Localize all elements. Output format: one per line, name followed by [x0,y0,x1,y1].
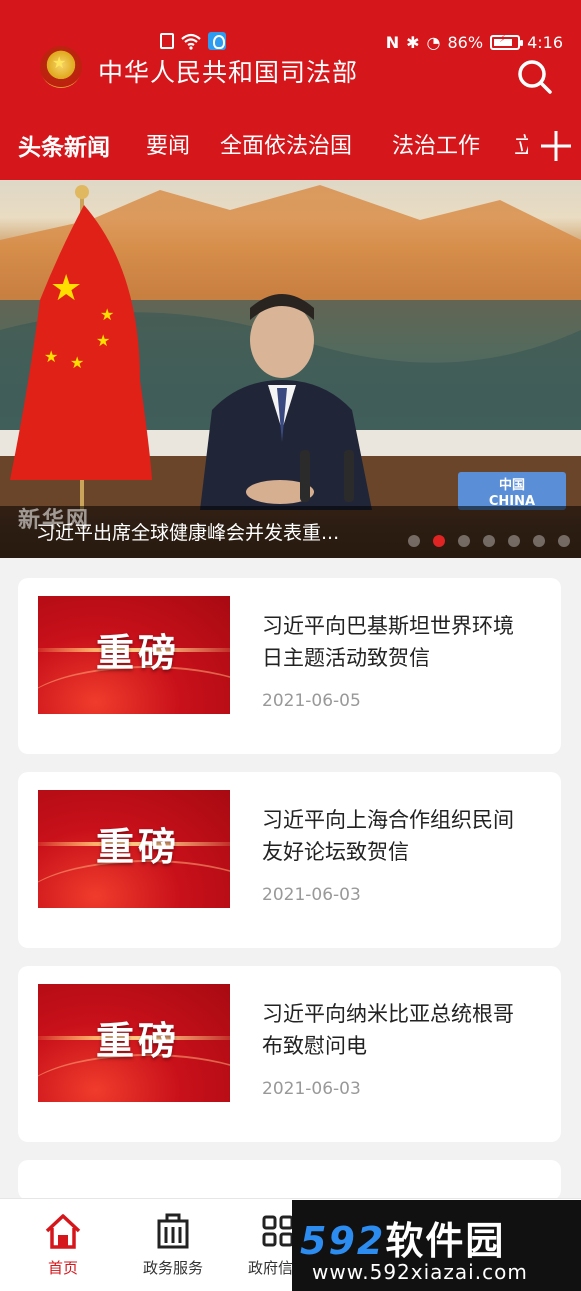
news-date: 2021-06-03 [262,1079,361,1099]
tab-legal-work[interactable]: 法治工作 [392,128,480,160]
svg-text:★: ★ [100,305,114,324]
tab-rule-of-law[interactable]: 全面依法治国 [220,128,352,160]
tab-partial[interactable]: 立 [514,128,528,160]
news-date: 2021-06-05 [262,691,361,711]
news-title[interactable]: 习近平向上海合作组织民间友好论坛致贺信 [262,804,532,868]
carousel-dot[interactable] [508,535,520,547]
promo-logo: 592软件园 [300,1210,505,1265]
news-list: 重磅 习近平向巴基斯坦世界环境日主题活动致贺信 2021-06-05 重磅 习近… [0,558,581,1200]
svg-text:★: ★ [70,353,84,372]
nav-home[interactable]: 首页 [18,1211,108,1278]
news-card-partial[interactable] [18,1160,561,1200]
news-title[interactable]: 习近平向巴基斯坦世界环境日主题活动致贺信 [262,610,532,674]
carousel-dot[interactable] [433,535,445,547]
category-tabs: 头条新闻 要闻 全面依法治国 法治工作 立 [0,122,581,170]
svg-text:★: ★ [44,347,58,366]
carousel-dot[interactable] [458,535,470,547]
wifi-icon [181,33,201,50]
carousel-indicator [408,535,570,547]
thumbnail-label: 重磅 [96,631,181,675]
carousel-dot[interactable] [408,535,420,547]
banner-carousel[interactable]: ★ ★ ★ ★ ★ 中国 CHINA 习近平出席全球健康峰会并发表重... 新华… [0,180,581,558]
app-title: 中华人民共和国司法部 [98,58,359,87]
news-date: 2021-06-03 [262,885,361,905]
nav-label: 政务服务 [142,1259,203,1277]
xinhua-watermark: 新华网 [18,508,91,533]
sim-icon [160,33,174,49]
add-tab-icon[interactable] [538,128,574,164]
news-thumbnail: 重磅 [38,790,230,908]
promo-url: www.592xiazai.com [312,1260,528,1284]
nav-government-services[interactable]: 政务服务 [128,1211,218,1278]
svg-text:★: ★ [50,268,82,309]
app-header: N ✱ ◔ 86% ⚡ 4:16 中华人民共和国司法部 头条新闻 要闻 全面依法… [0,0,581,180]
thumbnail-label: 重磅 [96,1019,181,1063]
battery-percent: 86% [447,33,484,52]
bluetooth-icon: ✱ [406,33,420,52]
news-card[interactable]: 重磅 习近平向纳米比亚总统根哥布致慰问电 2021-06-03 [18,966,561,1142]
svg-text:★: ★ [96,331,110,350]
tab-important-news[interactable]: 要闻 [146,128,190,160]
notification-app-icon [208,32,226,50]
news-card[interactable]: 重磅 习近平向上海合作组织民间友好论坛致贺信 2021-06-03 [18,772,561,948]
carousel-dot[interactable] [533,535,545,547]
battery-icon: ⚡ [490,34,524,50]
nameplate-cn: 中国 [499,477,525,493]
building-icon [157,1213,189,1249]
news-title[interactable]: 习近平向纳米比亚总统根哥布致慰问电 [262,998,532,1062]
home-icon [45,1214,81,1249]
carousel-dot[interactable] [483,535,495,547]
promo-logo-text: 软件园 [385,1219,506,1263]
news-thumbnail: 重磅 [38,984,230,1102]
national-emblem-logo [40,46,82,88]
clock: 4:16 [527,33,563,52]
tab-headline-news[interactable]: 头条新闻 [18,128,110,162]
data-saver-icon: ◔ [426,33,441,52]
promo-logo-number: 592 [300,1219,386,1263]
promo-watermark: 592软件园 www.592xiazai.com [292,1200,581,1291]
thumbnail-label: 重磅 [96,825,181,869]
nfc-icon: N [385,33,400,52]
search-icon[interactable] [514,56,554,96]
nav-label: 首页 [47,1259,78,1277]
news-card[interactable]: 重磅 习近平向巴基斯坦世界环境日主题活动致贺信 2021-06-05 [18,578,561,754]
news-thumbnail: 重磅 [38,596,230,714]
carousel-dot[interactable] [558,535,570,547]
